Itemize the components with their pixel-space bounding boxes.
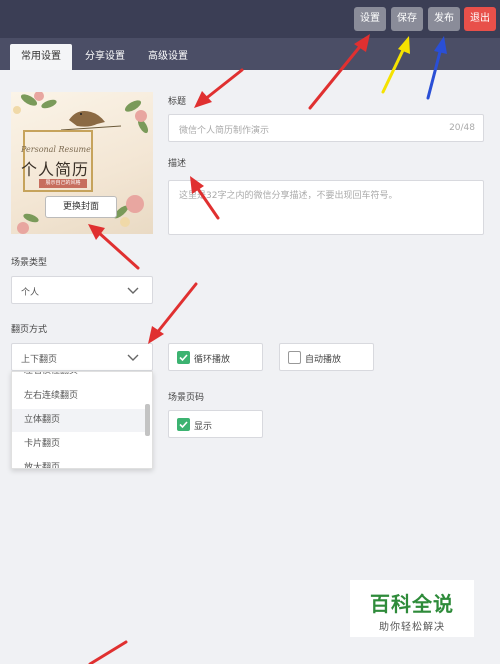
arrow-to-page-mode-icon	[148, 282, 198, 344]
scene-type-select[interactable]: 个人	[11, 276, 153, 304]
bird-icon	[69, 111, 105, 127]
watermark-logo: 百科全说 助你轻松解决	[350, 580, 474, 637]
title-label: 标题	[168, 97, 187, 107]
show-page-number-label: 显示	[194, 422, 213, 432]
title-char-count: 20/48	[449, 123, 475, 133]
dropdown-option[interactable]: 卡片翻页	[12, 433, 146, 456]
page-mode-select[interactable]: 上下翻页	[11, 343, 153, 371]
description-placeholder: 这里是32字之内的微信分享描述，不要出现回车符号。	[179, 191, 398, 201]
auto-play-label: 自动播放	[305, 355, 342, 365]
settings-button[interactable]: 设置	[354, 7, 386, 31]
auto-play-checkbox[interactable]: 自动播放	[279, 343, 374, 371]
exit-button[interactable]: 退出	[464, 7, 496, 31]
dropdown-option[interactable]: 左右惯性翻页	[12, 372, 146, 383]
cover-english-title: Personal Resume	[21, 145, 91, 154]
dropdown-option[interactable]: 放大翻页	[12, 457, 146, 468]
checkbox-checked-icon	[177, 418, 190, 431]
top-toolbar: 设置 保存 发布 退出	[0, 0, 500, 38]
watermark-subtitle: 助你轻松解决	[379, 622, 445, 633]
title-placeholder: 微信个人简历制作演示	[179, 126, 270, 136]
tab-share-settings[interactable]: 分享设置	[76, 44, 134, 70]
save-button[interactable]: 保存	[391, 7, 423, 31]
show-page-number-checkbox[interactable]: 显示	[168, 410, 263, 438]
description-label: 描述	[168, 159, 187, 169]
page-mode-label: 翻页方式	[11, 325, 48, 335]
cover-title: 个人简历	[21, 160, 90, 179]
scene-type-label: 场景类型	[11, 258, 48, 268]
page-mode-value: 上下翻页	[21, 355, 58, 365]
page-mode-dropdown: 左右惯性翻页 左右连续翻页 立体翻页 卡片翻页 放大翻页	[11, 371, 153, 469]
tab-advanced-settings[interactable]: 高级设置	[138, 44, 198, 70]
settings-tab-bar: 常用设置 分享设置 高级设置	[0, 38, 500, 70]
description-textarea[interactable]: 这里是32字之内的微信分享描述，不要出现回车符号。	[168, 180, 484, 235]
loop-play-label: 循环播放	[194, 355, 231, 365]
chevron-down-icon	[127, 354, 139, 361]
cover-thumbnail: Personal Resume 个人简历 展示自己的风格 更换封面	[11, 92, 153, 234]
dropdown-option[interactable]: 立体翻页	[12, 409, 146, 432]
scene-type-value: 个人	[21, 288, 40, 298]
title-input[interactable]: 微信个人简历制作演示 20/48	[168, 114, 484, 142]
page-number-label: 场景页码	[168, 393, 205, 403]
loop-play-checkbox[interactable]: 循环播放	[168, 343, 263, 371]
dropdown-option[interactable]: 左右连续翻页	[12, 385, 146, 408]
checkbox-checked-icon	[177, 351, 190, 364]
arrow-to-title-icon	[194, 68, 244, 108]
tab-common-settings[interactable]: 常用设置	[10, 44, 72, 70]
cover-subtitle: 展示自己的风格	[39, 179, 87, 188]
arrow-bottom-icon	[88, 640, 128, 664]
change-cover-button[interactable]: 更换封面	[45, 196, 117, 218]
publish-button[interactable]: 发布	[428, 7, 460, 31]
checkbox-unchecked-icon	[288, 351, 301, 364]
dropdown-scrollbar[interactable]	[145, 404, 150, 436]
chevron-down-icon	[127, 287, 139, 294]
watermark-title: 百科全说	[370, 592, 454, 616]
